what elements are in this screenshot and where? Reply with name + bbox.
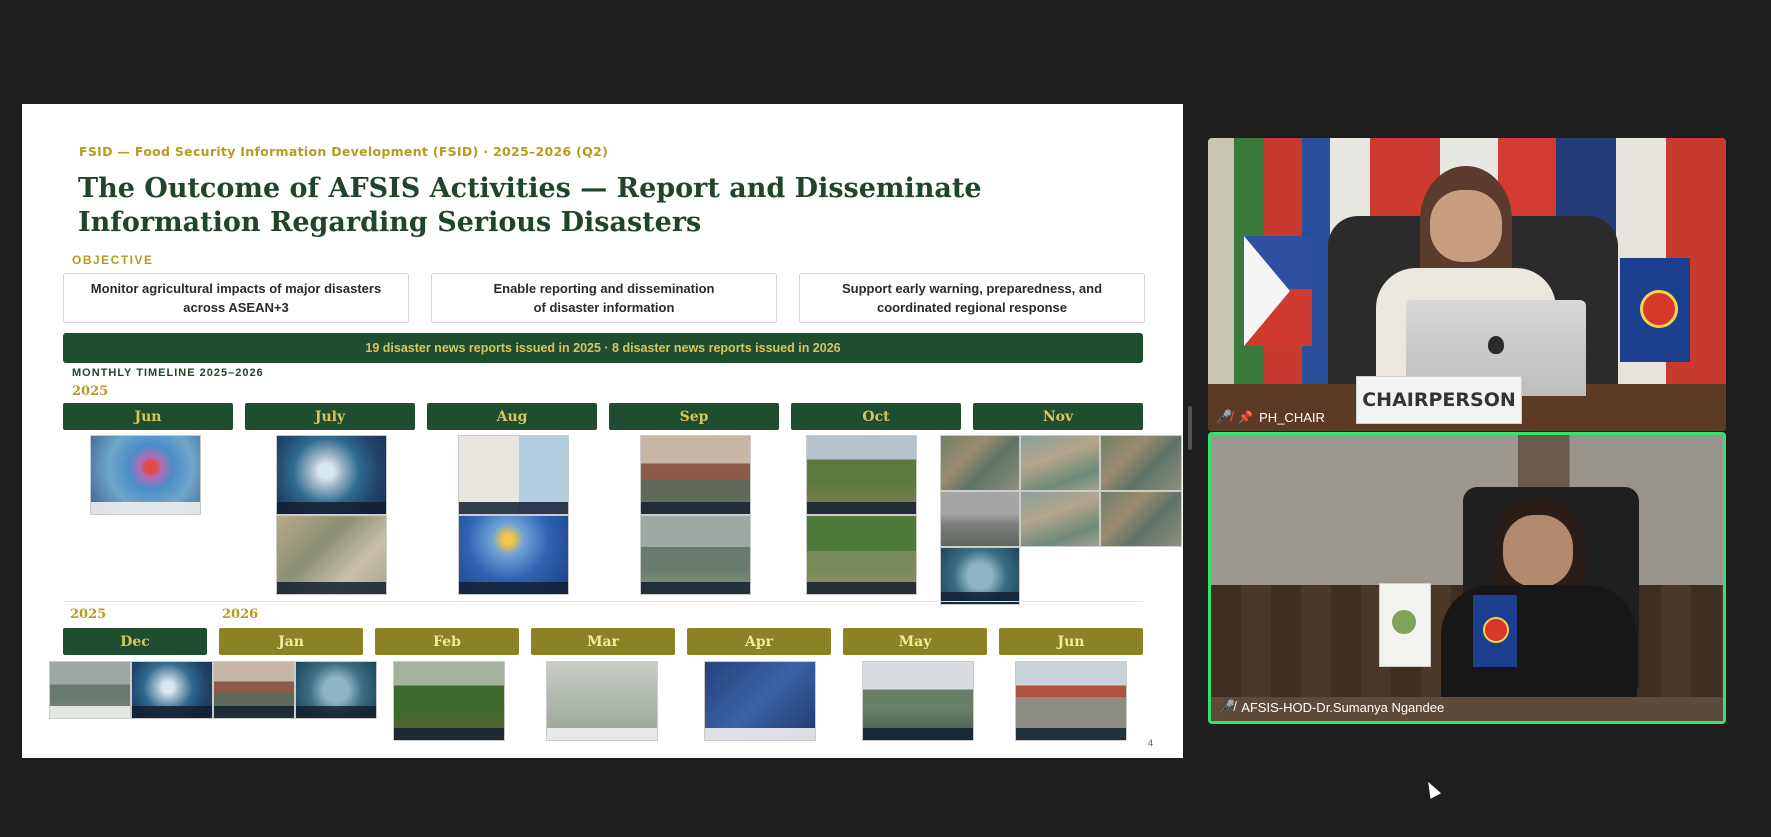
asean-flag-icon xyxy=(1620,258,1690,362)
asean-flag-icon xyxy=(1473,595,1517,667)
month-may-2026: May xyxy=(843,628,987,655)
mouse-cursor-icon xyxy=(1422,779,1442,799)
report-thumbnail xyxy=(806,435,917,515)
participant-face xyxy=(1430,190,1502,262)
pin-icon: 📌 xyxy=(1238,410,1254,424)
top-bar xyxy=(0,0,1771,104)
year-label-row1: 2025 xyxy=(72,384,109,399)
timeline-divider xyxy=(63,601,1143,602)
panel-resize-handle[interactable] xyxy=(1188,406,1192,450)
month-jun-2026: Jun xyxy=(999,628,1143,655)
philippines-flag-icon xyxy=(1244,236,1312,346)
report-thumbnail xyxy=(1020,491,1100,547)
month-sep-2025: Sep xyxy=(609,403,779,430)
participant-nameplate: 🎤̸ AFSIS-HOD-Dr.Sumanya Ngandee xyxy=(1219,699,1444,715)
timeline-label: MONTHLY TIMELINE 2025–2026 xyxy=(72,367,264,379)
report-thumbnail xyxy=(276,435,387,515)
report-thumbnail xyxy=(862,661,974,741)
report-thumbnail xyxy=(940,435,1020,491)
report-thumbnail xyxy=(458,515,569,595)
report-thumbnail xyxy=(546,661,658,741)
month-jan-2026: Jan xyxy=(219,628,363,655)
month-nov-2025: Nov xyxy=(973,403,1143,430)
reports-banner: 19 disaster news reports issued in 2025 … xyxy=(63,333,1143,363)
month-dec-2025: Dec xyxy=(63,628,207,655)
report-thumbnail xyxy=(640,515,751,595)
report-thumbnail xyxy=(295,661,377,719)
report-thumbnail xyxy=(640,435,751,515)
mic-off-icon: 🎤̸ xyxy=(1216,409,1233,424)
year-label-row2-2025: 2025 xyxy=(70,607,107,622)
report-thumbnail xyxy=(1015,661,1127,741)
report-thumbnail xyxy=(213,661,295,719)
month-aug-2025: Aug xyxy=(427,403,597,430)
shared-slide: FSID — Food Security Information Develop… xyxy=(22,104,1183,758)
report-thumbnail xyxy=(806,515,917,595)
participant-name: AFSIS-HOD-Dr.Sumanya Ngandee xyxy=(1241,699,1445,715)
report-thumbnail xyxy=(131,661,213,719)
video-tile-active-speaker[interactable]: 🎤̸ AFSIS-HOD-Dr.Sumanya Ngandee xyxy=(1208,432,1726,724)
slide-header-line: FSID — Food Security Information Develop… xyxy=(79,144,609,159)
objective-box-3: Support early warning, preparedness, and… xyxy=(799,273,1145,323)
participant-face xyxy=(1503,515,1573,587)
report-thumbnail xyxy=(940,547,1020,605)
month-oct-2025: Oct xyxy=(791,403,961,430)
report-thumbnail xyxy=(276,515,387,595)
page-number: 4 xyxy=(1147,738,1153,748)
report-thumbnail xyxy=(393,661,505,741)
report-thumbnail xyxy=(1020,435,1100,491)
report-thumbnail xyxy=(940,491,1020,547)
month-feb-2026: Feb xyxy=(375,628,519,655)
report-thumbnail xyxy=(49,661,131,719)
objective-box-1: Monitor agricultural impacts of major di… xyxy=(63,273,409,323)
participant-name: PH_CHAIR xyxy=(1259,409,1325,425)
month-jun-2025: Jun xyxy=(63,403,233,430)
report-thumbnail xyxy=(704,661,816,741)
video-tile-ph-chair[interactable]: CHAIRPERSON 🎤̸ 📌 PH_CHAIR xyxy=(1208,138,1726,431)
month-mar-2026: Mar xyxy=(531,628,675,655)
objective-box-2: Enable reporting and dissemination of di… xyxy=(431,273,777,323)
report-thumbnail xyxy=(1100,435,1182,491)
apple-logo-icon xyxy=(1488,336,1504,354)
mic-off-icon: 🎤̸ xyxy=(1219,699,1236,714)
month-july-2025: July xyxy=(245,403,415,430)
chairperson-sign: CHAIRPERSON xyxy=(1356,376,1522,424)
organization-flag-icon xyxy=(1379,583,1431,667)
year-label-row2-2026: 2026 xyxy=(222,607,259,622)
participant-body xyxy=(1441,585,1637,715)
slide-title: The Outcome of AFSIS Activities — Report… xyxy=(78,173,982,238)
participant-nameplate: 🎤̸ 📌 PH_CHAIR xyxy=(1216,409,1325,425)
objective-label: OBJECTIVE xyxy=(72,253,154,267)
report-thumbnail xyxy=(90,435,201,515)
month-apr-2026: Apr xyxy=(687,628,831,655)
report-thumbnail xyxy=(458,435,569,515)
report-thumbnail xyxy=(1100,491,1182,547)
